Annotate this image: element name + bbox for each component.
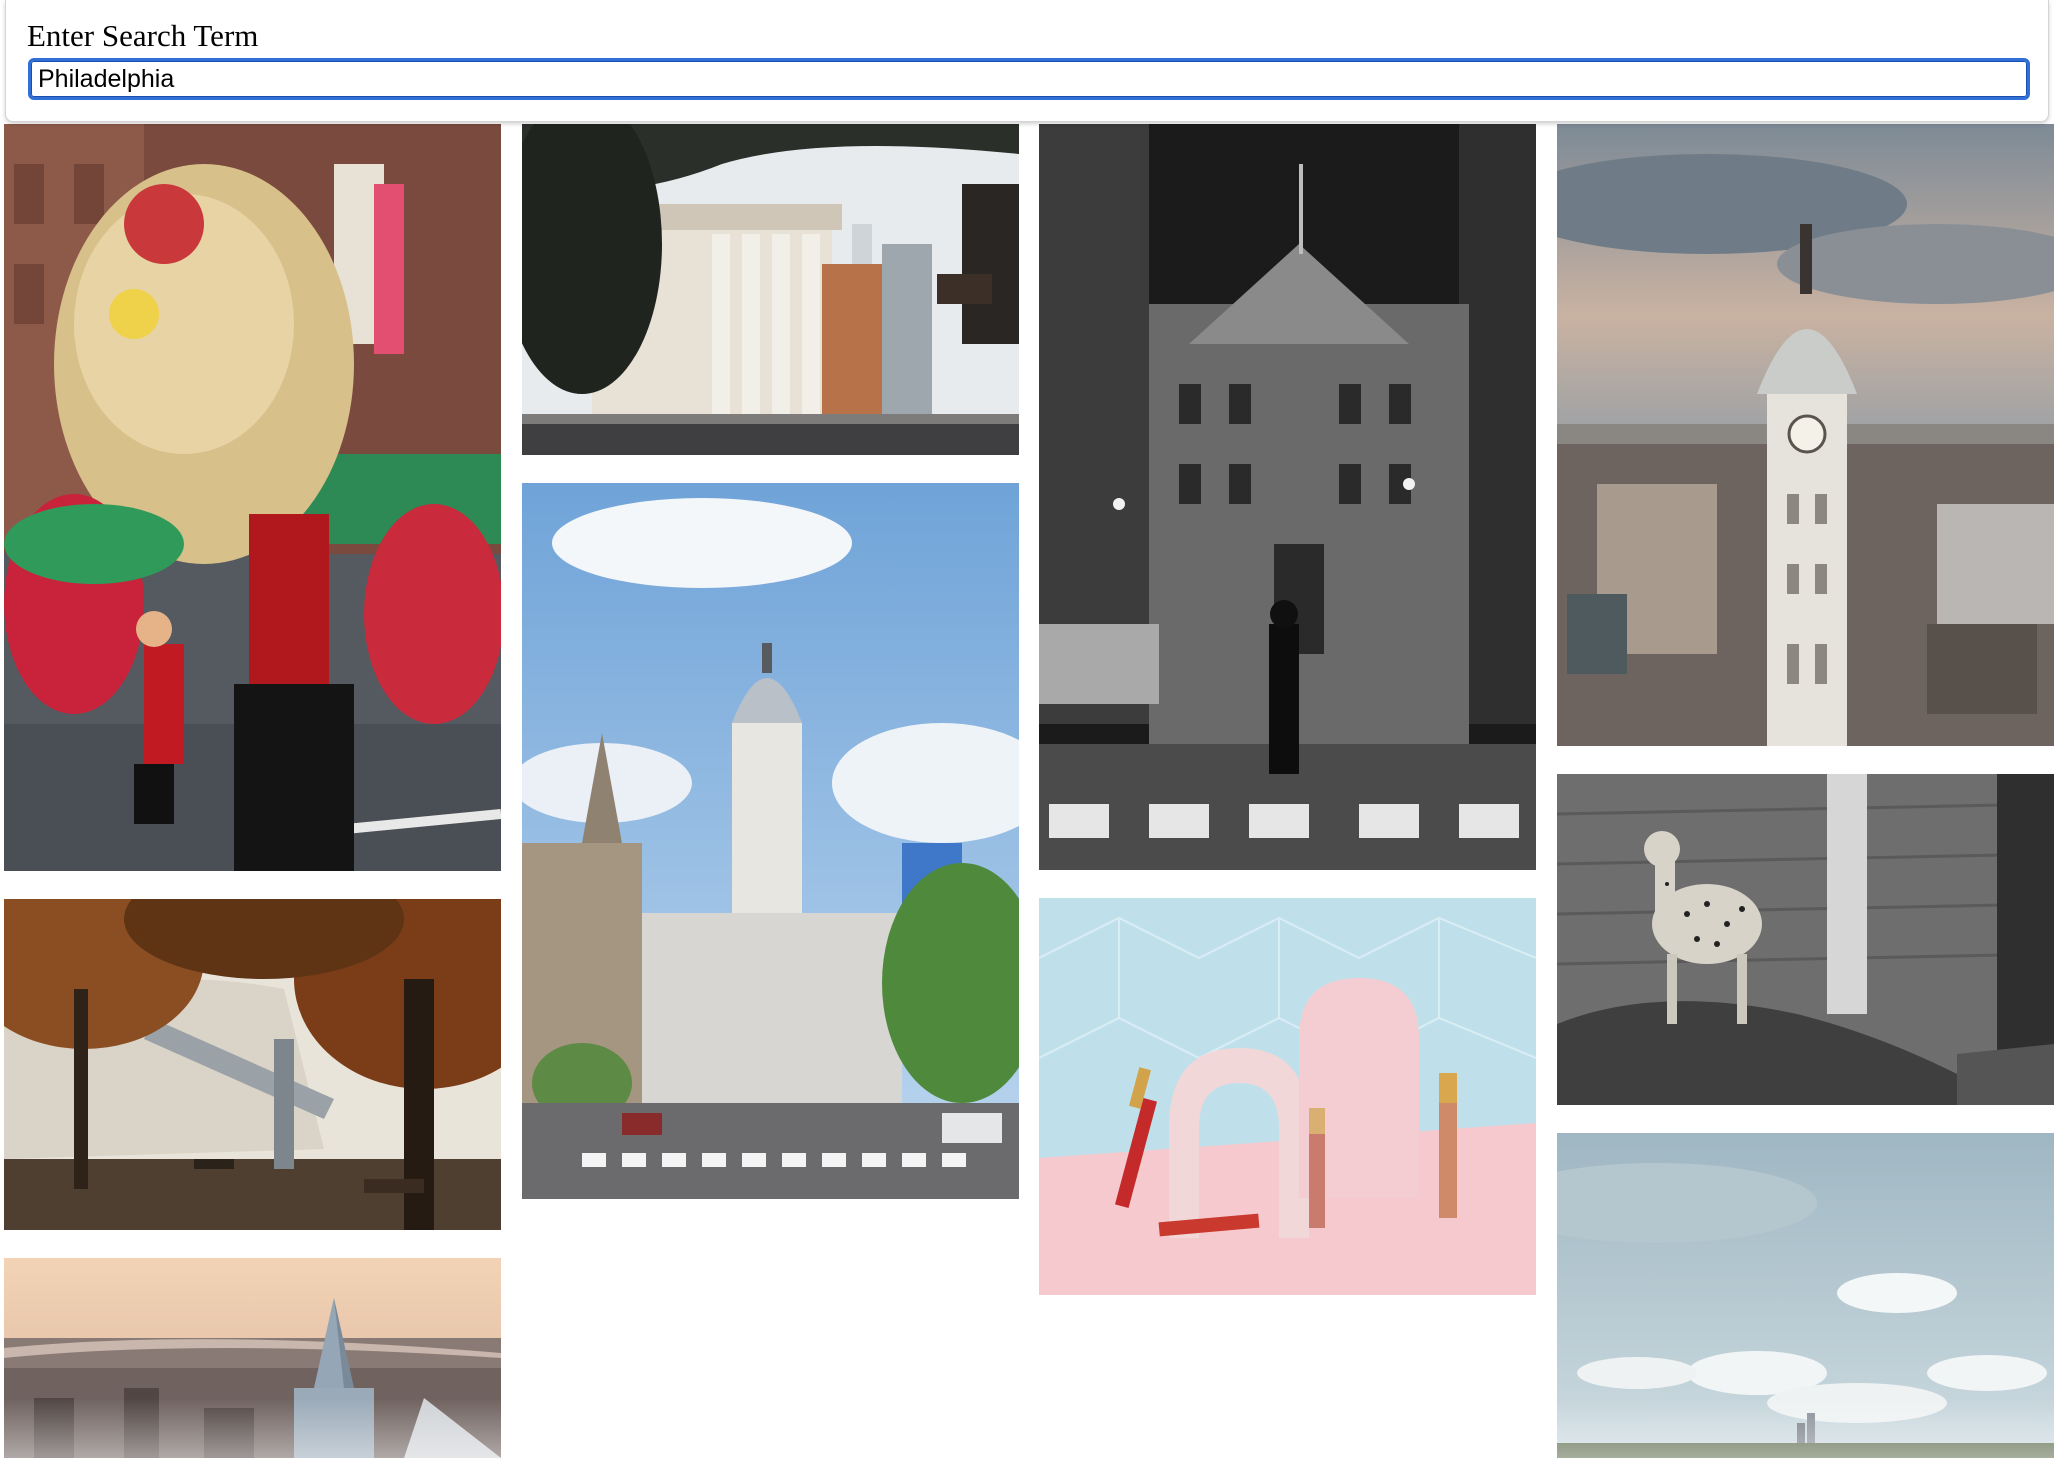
gallery-image[interactable] bbox=[1039, 124, 1536, 870]
page: Enter Search Term bbox=[0, 0, 2058, 1458]
gallery-image[interactable] bbox=[522, 124, 1019, 455]
city-hall-night-photo bbox=[1039, 124, 1536, 870]
search-label: Enter Search Term bbox=[27, 18, 259, 53]
gallery-image[interactable] bbox=[1557, 1133, 2054, 1458]
gallery-image[interactable] bbox=[1557, 124, 2054, 746]
image-gallery bbox=[0, 0, 2058, 1458]
cloudy-skyline-photo bbox=[1557, 1133, 2054, 1458]
skyline-aerial-photo bbox=[4, 1258, 501, 1458]
gallery-image[interactable] bbox=[4, 124, 501, 871]
cheetah-photo bbox=[1557, 774, 2054, 1105]
lion-dance-photo bbox=[4, 124, 501, 871]
street-columns-photo bbox=[522, 124, 1019, 455]
city-hall-aerial-photo bbox=[1557, 124, 2054, 746]
gallery-image[interactable] bbox=[4, 899, 501, 1230]
gallery-image[interactable] bbox=[1557, 774, 2054, 1105]
search-input[interactable] bbox=[28, 58, 2030, 100]
lipstick-product-photo bbox=[1039, 898, 1536, 1295]
city-hall-avenue-photo bbox=[522, 483, 1019, 1199]
gallery-image[interactable] bbox=[4, 1258, 501, 1458]
autumn-bridge-photo bbox=[4, 899, 501, 1230]
gallery-image[interactable] bbox=[1039, 898, 1536, 1295]
gallery-image[interactable] bbox=[522, 483, 1019, 1199]
search-panel: Enter Search Term bbox=[5, 0, 2049, 122]
